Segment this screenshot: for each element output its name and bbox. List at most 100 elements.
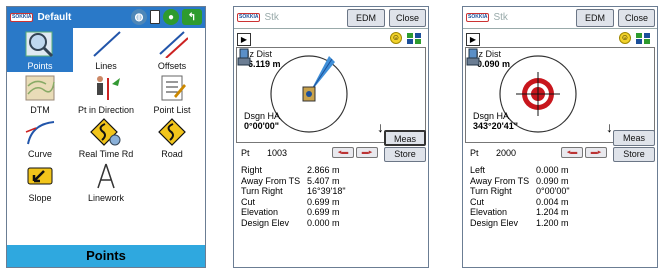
result-key: Turn Right — [470, 186, 512, 196]
menu-item-lines[interactable]: Lines — [73, 28, 139, 72]
menu-label-slope: Slope — [28, 193, 52, 203]
result-value: 16°39'18" — [307, 186, 346, 196]
result-key: Away From TS — [241, 175, 301, 186]
next-point-button[interactable]: ▬▸ — [356, 147, 378, 158]
menu-label-lines: Lines — [95, 61, 117, 71]
titlebar: SOKKIA Default ◍ ● ↰ — [7, 7, 205, 28]
menu-item-offsets[interactable]: Offsets — [139, 28, 205, 72]
meas-button[interactable]: Meas — [384, 130, 426, 146]
menu-item-pt-in-direction[interactable]: Pt in Direction — [73, 72, 139, 116]
result-row: Away From TS 0.090 m — [470, 176, 590, 187]
stake-results-list: Left 0.000 m Away From TS 0.090 m Turn Rig… — [470, 165, 590, 228]
road-sign-realtime-icon — [90, 118, 121, 146]
result-row: Design Elev 0.000 m — [241, 218, 361, 229]
play-icon[interactable]: ▶ — [466, 33, 480, 46]
hz-dist-number: 0.090 — [477, 59, 500, 69]
result-key: Design Elev — [470, 217, 519, 228]
total-station-icon — [466, 48, 480, 66]
slope-sign-icon — [27, 167, 53, 185]
menu-item-dtm[interactable]: DTM — [7, 72, 73, 116]
stake-window-right: SOKKIA Stk EDM Close ▶ ☺ Hz Dist 0.090 m… — [462, 6, 658, 268]
design-ha-label: Dsgn HA — [473, 111, 510, 121]
result-row: Turn Right 16°39'18" — [241, 186, 361, 197]
menu-label-pt-in-direction: Pt in Direction — [77, 105, 135, 115]
result-value: 0.699 m — [307, 196, 340, 207]
prism-target-icon[interactable] — [635, 32, 651, 45]
down-arrow-icon: ↓ — [377, 119, 384, 135]
selected-routine-bar: Points — [7, 245, 205, 267]
result-row: Elevation 0.699 m — [241, 207, 361, 218]
result-value: 0.000 m — [536, 165, 569, 175]
result-row: Left 0.000 m — [470, 165, 590, 176]
result-key: Cut — [470, 196, 485, 207]
result-value: 0.004 m — [536, 196, 569, 207]
screenshot: SOKKIA Default ◍ ● ↰ Points Lines Offset… — [0, 0, 658, 272]
prev-point-button[interactable]: ◂▬ — [561, 147, 583, 158]
smiley-status-icon: ☺ — [619, 32, 631, 44]
result-value: 0°00'00" — [536, 186, 570, 196]
menu-label-dtm: DTM — [30, 105, 50, 115]
linework-compass-icon — [97, 163, 115, 189]
menu-item-linework[interactable]: Linework — [73, 160, 139, 204]
meas-button[interactable]: Meas — [613, 130, 655, 146]
menu-item-road[interactable]: Road — [139, 116, 205, 160]
result-value: 1.204 m — [536, 207, 569, 217]
result-key: Elevation — [241, 207, 279, 217]
down-arrow-icon: ↓ — [606, 119, 613, 135]
contour-map-icon — [25, 75, 55, 101]
smiley-status-icon: ☺ — [390, 32, 402, 44]
stakeout-routine-grid: Points Lines Offsets DTM Pt in Direction… — [7, 28, 205, 250]
result-row: Away From TS 5.407 m — [241, 176, 361, 187]
prism-target-icon[interactable] — [406, 32, 422, 45]
menu-item-real-time-rd[interactable]: Real Time Rd — [73, 116, 139, 160]
point-label: Pt — [470, 148, 479, 158]
total-station-icon — [237, 48, 251, 66]
point-id[interactable]: 2000 — [496, 148, 516, 158]
result-row: Design Elev 1.200 m — [470, 218, 590, 229]
point-id[interactable]: 1003 — [267, 148, 287, 158]
menu-item-point-list[interactable]: Point List — [139, 72, 205, 116]
window-title: Stk — [493, 12, 508, 23]
stake-window-left: SOKKIA Stk EDM Close ▶ ☺ Hz Dist 6.119 m… — [233, 6, 429, 268]
store-button[interactable]: Store — [384, 147, 426, 162]
point-list-icon — [161, 75, 186, 101]
menu-item-slope[interactable]: Slope — [7, 160, 73, 204]
ok-icon[interactable]: ● — [163, 9, 179, 25]
edm-button[interactable]: EDM — [576, 9, 614, 27]
menu-item-curve[interactable]: Curve — [7, 116, 73, 160]
result-row: Turn Right 0°00'00" — [470, 186, 590, 197]
result-value: 2.866 m — [307, 165, 340, 175]
result-value: 1.200 m — [536, 217, 569, 228]
play-icon[interactable]: ▶ — [237, 33, 251, 46]
close-button[interactable]: Close — [618, 9, 655, 27]
menu-item-points[interactable]: Points — [7, 28, 73, 72]
result-row: Cut 0.699 m — [241, 197, 361, 208]
menu-label-offsets: Offsets — [157, 61, 187, 71]
menu-label-real-time-rd: Real Time Rd — [78, 149, 134, 159]
sokkia-logo: SOKKIA — [466, 13, 490, 22]
menu-label-points: Points — [27, 61, 53, 71]
edm-button[interactable]: EDM — [347, 9, 385, 27]
sokkia-logo: SOKKIA — [10, 13, 34, 22]
connection-icon[interactable]: ◍ — [131, 9, 147, 25]
menu-label-linework: Linework — [87, 193, 125, 203]
menu-label-point-list: Point List — [153, 105, 191, 115]
next-point-button[interactable]: ▬▸ — [585, 147, 607, 158]
battery-icon — [150, 10, 160, 24]
prev-point-button[interactable]: ◂▬ — [332, 147, 354, 158]
close-button[interactable]: Close — [389, 9, 426, 27]
curve-icon — [25, 121, 55, 145]
menu-label-road: Road — [161, 149, 183, 159]
line-icon — [93, 31, 121, 57]
back-arrow-icon[interactable]: ↰ — [182, 9, 202, 25]
store-button[interactable]: Store — [613, 147, 655, 162]
result-key: Left — [470, 165, 486, 175]
design-ha-label: Dsgn HA — [244, 111, 281, 121]
hz-dist-unit: m — [502, 59, 511, 69]
stakeout-menu-window: SOKKIA Default ◍ ● ↰ Points Lines Offset… — [6, 6, 206, 268]
road-sign-icon — [158, 118, 186, 146]
result-value: 5.407 m — [307, 175, 340, 186]
stake-graphic: Hz Dist 0.090 m Dsgn HA 343°20'41" ↓ — [465, 47, 655, 143]
design-ha-value: 343°20'41" — [473, 121, 519, 131]
result-row: Cut 0.004 m — [470, 197, 590, 208]
